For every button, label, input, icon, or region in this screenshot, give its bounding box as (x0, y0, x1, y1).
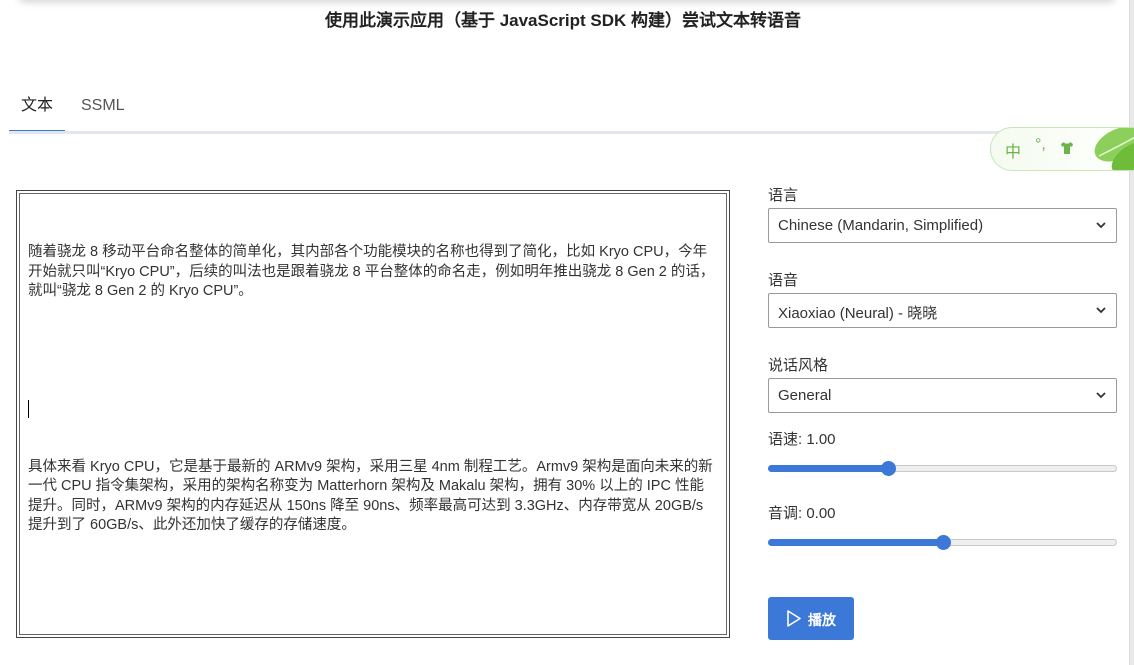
page: 使用此演示应用（基于 JavaScript SDK 构建）尝试文本转语音 文本 … (0, 0, 1134, 665)
pitch-slider-fill (768, 539, 943, 546)
caret-line (28, 399, 718, 419)
play-button-label: 播放 (808, 612, 836, 628)
ime-punctuation-toggle[interactable]: °, (1035, 136, 1046, 154)
empty-line (28, 341, 718, 361)
play-icon (787, 610, 801, 627)
pitch-slider[interactable] (768, 535, 1117, 551)
chevron-down-icon (1096, 222, 1106, 229)
tab-text-label: 文本 (20, 97, 53, 114)
pitch-slider-thumb[interactable] (936, 535, 951, 550)
text-caret (28, 400, 29, 418)
tab-ssml[interactable]: SSML (81, 84, 125, 132)
speaking-style-select[interactable]: General (768, 378, 1117, 413)
ime-mode-toggle[interactable]: 中 (1005, 138, 1021, 162)
speaking-style-label: 说话风格 (768, 357, 829, 374)
voice-select[interactable]: Xiaoxiao (Neural) - 晓晓 (768, 293, 1117, 328)
language-label: 语言 (768, 187, 799, 204)
text-input-area[interactable]: 随着骁龙 8 移动平台命名整体的简单化，其内部各个功能模块的名称也得到了简化，比… (19, 193, 727, 635)
page-title: 使用此演示应用（基于 JavaScript SDK 构建）尝试文本转语音 (324, 11, 802, 30)
rate-slider-fill (768, 465, 888, 472)
play-button[interactable]: 播放 (768, 597, 854, 640)
chevron-down-icon (1096, 392, 1106, 399)
rate-slider[interactable] (768, 461, 1117, 477)
voice-select-value: Xiaoxiao (Neural) - 晓晓 (778, 305, 938, 322)
language-select[interactable]: Chinese (Mandarin, Simplified) (768, 208, 1117, 243)
tab-ssml-label: SSML (81, 97, 125, 114)
rate-label: 语速: 1.00 (768, 431, 836, 448)
rate-slider-thumb[interactable] (881, 461, 896, 476)
editor-paragraph-1: 随着骁龙 8 移动平台命名整体的简单化，其内部各个功能模块的名称也得到了简化，比… (28, 244, 715, 299)
chevron-down-icon (1096, 307, 1106, 314)
speaking-style-select-value: General (778, 387, 832, 404)
ime-toolbar[interactable]: 中 °, (990, 127, 1134, 171)
tab-divider (9, 131, 1039, 134)
tab-bar: 文本 SSML (9, 84, 1134, 133)
voice-label: 语音 (768, 272, 799, 289)
tab-text[interactable]: 文本 (9, 84, 65, 133)
pitch-label: 音调: 0.00 (768, 505, 836, 522)
language-select-value: Chinese (Mandarin, Simplified) (778, 217, 984, 234)
editor-paragraph-2: 具体来看 Kryo CPU，它是基于最新的 ARMv9 架构，采用三星 4nm … (28, 458, 713, 534)
leaf-decoration-icon (1094, 128, 1134, 170)
text-editor-frame: 随着骁龙 8 移动平台命名整体的简单化，其内部各个功能模块的名称也得到了简化，比… (16, 190, 730, 638)
skin-shirt-icon[interactable] (1059, 140, 1075, 156)
